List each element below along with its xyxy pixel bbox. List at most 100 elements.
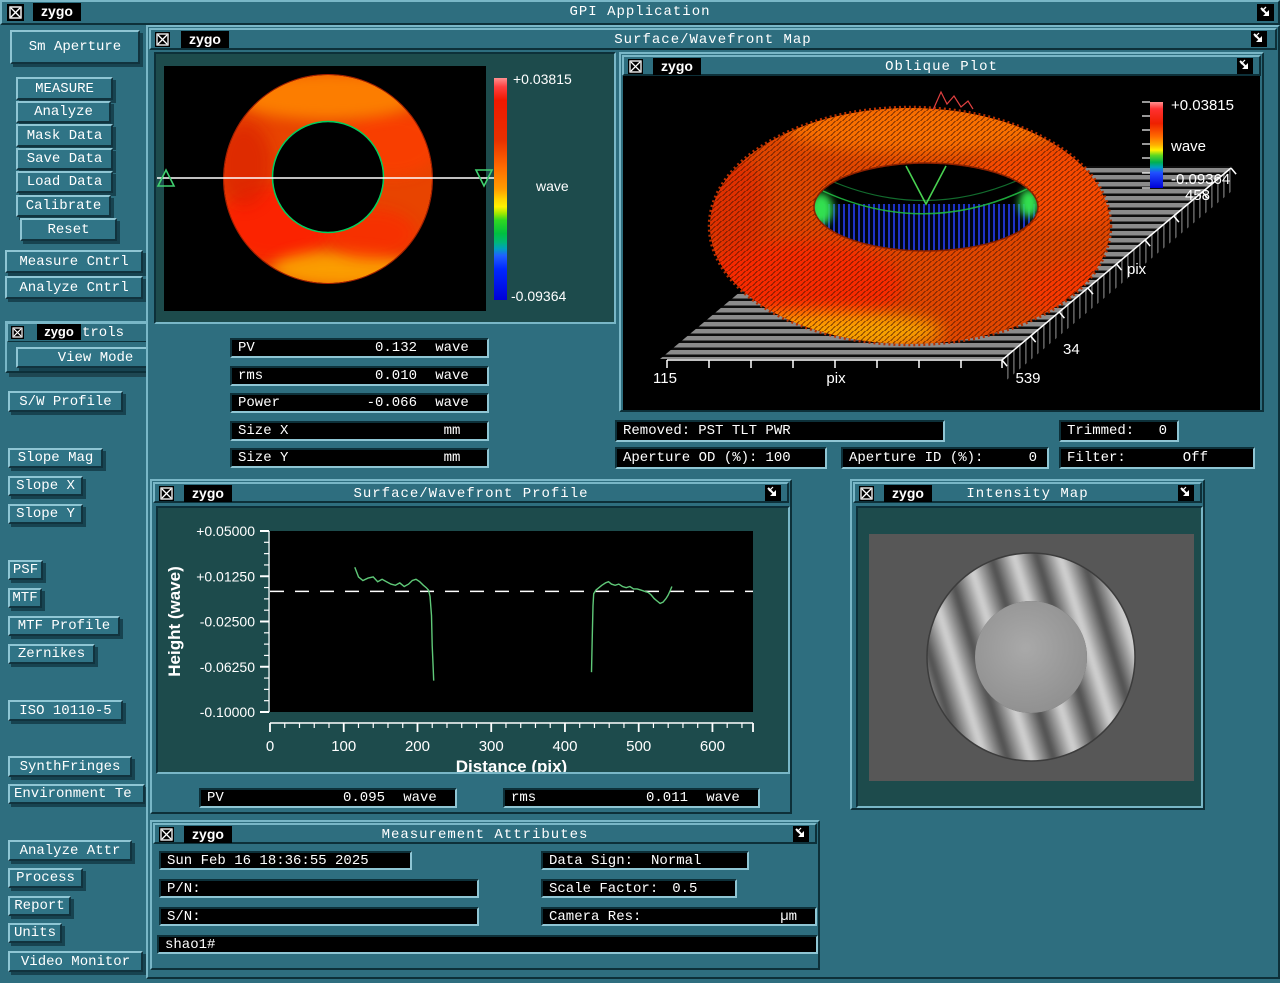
profile-pv-field: PV0.095wave (199, 788, 457, 808)
pin-icon[interactable] (793, 826, 809, 842)
removed-value: PST TLT PWR (698, 423, 790, 439)
profile-titlebar: zygo Surface/Wavefront Profile (153, 482, 789, 503)
pv-value: 0.095 (343, 790, 385, 806)
zernikes-button[interactable]: Zernikes (8, 644, 95, 664)
removed-field: Removed:PST TLT PWR (615, 420, 945, 442)
synth-fringes-button[interactable]: SynthFringes (8, 756, 132, 777)
mtf-button[interactable]: MTF (8, 588, 42, 608)
profile-plot: +0.05000+0.01250-0.02500-0.06250-0.10000… (158, 508, 788, 772)
profile-panel: +0.05000+0.01250-0.02500-0.06250-0.10000… (156, 506, 790, 774)
oblique-y-label: pix (1127, 261, 1147, 278)
serial-number-field[interactable]: S/N: (159, 907, 479, 926)
map-window: zygo Surface/Wavefront Map (146, 25, 1280, 979)
slope-mag-label: Slope Mag (18, 450, 94, 466)
attributes-titlebar: zygo Measurement Attributes (153, 823, 817, 844)
oblique-title: Oblique Plot (624, 59, 1259, 75)
report-button[interactable]: Report (8, 896, 71, 916)
stat-value: 0.132 (375, 340, 417, 356)
colorbar (494, 78, 507, 300)
mask-data-button[interactable]: Mask Data (16, 124, 113, 147)
oblique-x-max: 539 (1015, 370, 1040, 387)
aperture-id-field: Aperture ID (%):0 (841, 447, 1049, 469)
sm-aperture-button[interactable]: Sm Aperture (10, 30, 140, 64)
stat-value: -0.066 (367, 395, 417, 411)
pin-icon[interactable] (1178, 485, 1194, 501)
process-label: Process (16, 870, 75, 886)
mtf-label: MTF (12, 590, 37, 606)
iso-label: ISO 10110-5 (19, 703, 111, 719)
measure-cntrl-label: Measure Cntrl (19, 254, 128, 270)
svg-text:200: 200 (405, 738, 430, 755)
measure-cntrl-button[interactable]: Measure Cntrl (5, 250, 143, 273)
svg-text:0: 0 (266, 738, 274, 755)
stat-size-x: Size Xmm (230, 421, 489, 441)
svg-text:+0.05000: +0.05000 (196, 523, 255, 539)
colorbar-max: +0.03815 (513, 71, 572, 87)
stat-units: wave (417, 340, 487, 356)
slope-y-button[interactable]: Slope Y (8, 504, 83, 524)
reset-label: Reset (47, 222, 89, 238)
data-sign-value: Normal (651, 853, 701, 869)
slope-x-button[interactable]: Slope X (8, 476, 83, 496)
part-number-field[interactable]: P/N: (159, 879, 479, 898)
svg-text:100: 100 (331, 738, 356, 755)
intensity-panel (856, 506, 1203, 808)
pin-icon[interactable] (1237, 58, 1253, 74)
measure-button[interactable]: MEASURE (16, 77, 113, 100)
analyze-attr-label: Analyze Attr (20, 843, 121, 859)
units-label: Units (14, 925, 56, 941)
oblique-colorbar-max: +0.03815 (1171, 97, 1234, 114)
video-monitor-label: Video Monitor (21, 954, 130, 970)
svg-text:500: 500 (626, 738, 651, 755)
units-button[interactable]: Units (8, 923, 62, 943)
stat-label: Size X (232, 423, 288, 439)
stat-value: 0.010 (375, 368, 417, 384)
save-data-button[interactable]: Save Data (16, 148, 113, 170)
timestamp-field: Sun Feb 16 18:36:55 2025 (159, 851, 412, 870)
attributes-title: Measurement Attributes (155, 827, 815, 843)
iso-button[interactable]: ISO 10110-5 (8, 700, 123, 721)
process-button[interactable]: Process (8, 868, 83, 888)
timestamp-value: Sun Feb 16 18:36:55 2025 (161, 853, 369, 869)
profile-rms-field: rms0.011wave (503, 788, 760, 808)
load-data-button[interactable]: Load Data (16, 171, 113, 193)
calibrate-button[interactable]: Calibrate (16, 195, 111, 217)
sw-profile-button[interactable]: S/W Profile (8, 391, 123, 412)
comment-field[interactable]: shao1# (157, 935, 818, 954)
pin-icon[interactable] (1251, 31, 1267, 47)
window-menu-icon[interactable] (11, 326, 24, 339)
aperture-od-field: Aperture OD (%):100 (615, 447, 827, 469)
video-monitor-button[interactable]: Video Monitor (8, 951, 143, 972)
analyze-attr-button[interactable]: Analyze Attr (8, 840, 132, 861)
pin-icon[interactable] (1257, 4, 1274, 21)
filter-label: Filter: (1061, 450, 1126, 466)
stat-label: Size Y (232, 450, 288, 466)
pin-icon[interactable] (765, 485, 781, 501)
stat-label: PV (232, 340, 255, 356)
svg-text:Height (wave): Height (wave) (165, 566, 184, 677)
desktop: zygo GPI Application Sm Aperture MEASURE… (0, 0, 1280, 983)
sm-aperture-label: Sm Aperture (29, 39, 121, 55)
analyze-cntrl-button[interactable]: Analyze Cntrl (5, 276, 143, 299)
svg-text:400: 400 (552, 738, 577, 755)
slope-mag-button[interactable]: Slope Mag (8, 448, 103, 468)
camera-res-value: µm (780, 909, 815, 925)
analyze-cntrl-label: Analyze Cntrl (19, 280, 128, 296)
reset-button[interactable]: Reset (20, 218, 117, 241)
analyze-button[interactable]: Analyze (16, 101, 111, 123)
oblique-window: zygo Oblique Plot (619, 52, 1264, 412)
stat-label: rms (232, 368, 263, 384)
psf-button[interactable]: PSF (8, 560, 43, 580)
sw-profile-label: S/W Profile (19, 394, 111, 410)
part-number-label: P/N: (161, 881, 201, 897)
profile-title: Surface/Wavefront Profile (155, 486, 787, 502)
comment-value: shao1# (159, 937, 215, 953)
rms-units: wave (688, 790, 758, 806)
scale-factor-field: Scale Factor:0.5 (541, 879, 737, 898)
mtf-profile-button[interactable]: MTF Profile (8, 616, 120, 636)
stat-label: Power (232, 395, 280, 411)
oblique-titlebar: zygo Oblique Plot (622, 55, 1261, 76)
environment-button[interactable]: Environment Te (8, 784, 145, 804)
trimmed-label: Trimmed: (1061, 423, 1134, 439)
oblique-y-max: 458 (1185, 187, 1210, 204)
